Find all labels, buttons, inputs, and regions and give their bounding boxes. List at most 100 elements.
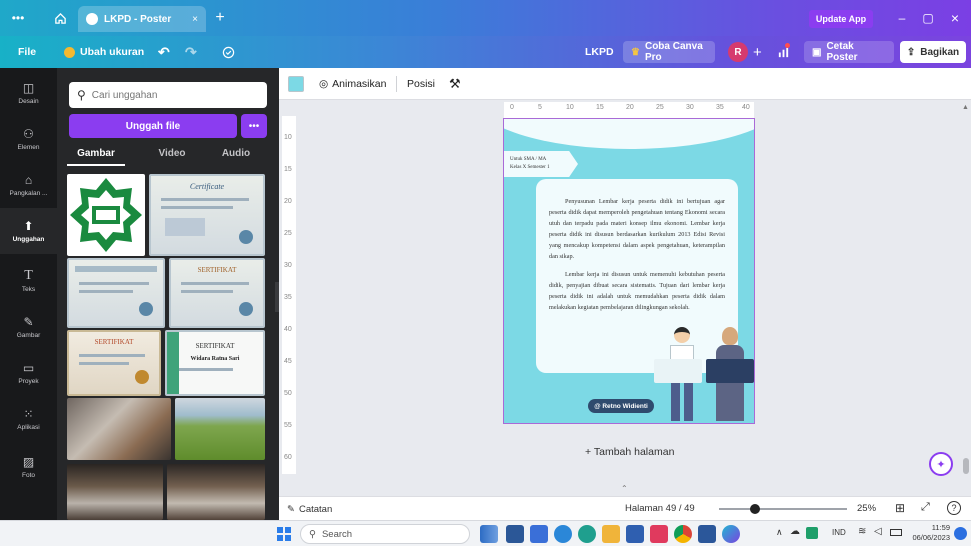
volume-icon[interactable]: ◁	[874, 526, 882, 537]
upload-thumbnail-certificate[interactable]	[67, 258, 165, 328]
close-tab-icon[interactable]: ×	[192, 14, 198, 25]
taskbar-app-icon[interactable]	[626, 525, 644, 543]
menu-dots-icon[interactable]: •••	[4, 0, 32, 36]
browser-tab-lkpd[interactable]: LKPD - Poster ×	[78, 6, 206, 32]
avatar[interactable]: R	[728, 42, 748, 62]
tab-video[interactable]: Video	[143, 142, 201, 164]
saved-status-icon[interactable]	[222, 36, 235, 68]
add-collaborator-icon[interactable]: +	[753, 36, 762, 68]
update-app-button[interactable]: Update App	[809, 10, 873, 28]
upload-thumbnail-certificate[interactable]: SERTIFIKAT Widara Ratna Sari	[165, 330, 265, 396]
ruler-tick: 45	[284, 358, 292, 365]
add-page-button[interactable]: + Tambah halaman	[585, 446, 674, 458]
clock[interactable]: 11:59 06/06/2023	[910, 523, 950, 543]
rail-item-foto[interactable]: ▨ Foto	[0, 444, 57, 490]
poster-page[interactable]: Untuk SMA / MA Kelas X Semester 1 Penyus…	[503, 118, 755, 424]
rail-item-elemen[interactable]: ⚇ Elemen	[0, 116, 57, 162]
maximize-icon[interactable]: ▢	[918, 0, 938, 36]
print-poster-button[interactable]: ▣ Cetak Poster	[804, 41, 894, 63]
ruler-tick: 40	[742, 104, 750, 111]
fullscreen-icon[interactable]: ⤢	[921, 501, 930, 514]
rail-item-desain[interactable]: ◫ Desain	[0, 70, 57, 116]
close-window-icon[interactable]: ×	[944, 0, 966, 36]
upload-thumbnail-certificate[interactable]: SERTIFIKAT	[67, 330, 161, 396]
upload-thumbnail-certificate[interactable]: SERTIFIKAT	[169, 258, 265, 328]
crown-icon: ♛	[631, 46, 640, 58]
rail-item-unggahan[interactable]: ⬆ Unggahan	[0, 208, 57, 254]
upload-thumbnail-logo[interactable]	[67, 174, 145, 256]
start-icon[interactable]	[277, 527, 291, 541]
taskbar-app-icon[interactable]	[480, 525, 498, 543]
canva-icon[interactable]	[722, 525, 740, 543]
taskbar-app-icon[interactable]	[530, 525, 548, 543]
rail-item-teks[interactable]: T Teks	[0, 258, 57, 304]
search-input[interactable]	[91, 89, 252, 101]
chrome-icon[interactable]	[674, 525, 692, 543]
animate-button[interactable]: ◎ Animasikan	[319, 68, 386, 100]
toolbar-divider	[396, 76, 397, 92]
rail-item-gambar[interactable]: ✎ Gambar	[0, 304, 57, 350]
tab-audio[interactable]: Audio	[207, 142, 265, 164]
rail-item-pangkalan[interactable]: ⌂ Pangkalan ...	[0, 162, 57, 208]
rail-item-aplikasi[interactable]: ⁙ Aplikasi	[0, 396, 57, 442]
folder-icon[interactable]	[602, 525, 620, 543]
upload-file-button[interactable]: Unggah file	[69, 114, 237, 138]
upload-thumbnail-photo[interactable]	[67, 464, 163, 520]
more-options-icon[interactable]: •••	[241, 114, 267, 138]
magic-button[interactable]: ✦	[929, 452, 953, 476]
minimize-icon[interactable]: –	[892, 0, 912, 36]
resize-button[interactable]: Ubah ukuran	[64, 36, 144, 68]
document-name[interactable]: LKPD	[585, 36, 614, 68]
page-indicator[interactable]: Halaman 49 / 49	[625, 503, 695, 514]
upload-thumbnail-photo[interactable]	[175, 398, 265, 460]
tray-chevron-icon[interactable]: ∧	[776, 527, 783, 538]
wifi-icon[interactable]: ≋	[858, 526, 866, 537]
redo-icon[interactable]: ↷	[185, 36, 197, 68]
notes-button[interactable]: ✎ Catatan	[287, 497, 332, 521]
paint-format-icon[interactable]: ⚒	[449, 76, 461, 92]
new-tab-icon[interactable]: +	[210, 0, 230, 36]
upload-thumbnail-photo[interactable]	[167, 464, 265, 520]
ruler-tick: 20	[626, 104, 634, 111]
animate-icon: ◎	[319, 78, 329, 90]
taskbar-app-icon[interactable]	[554, 525, 572, 543]
battery-icon[interactable]	[890, 529, 902, 536]
word-icon[interactable]	[698, 525, 716, 543]
ruler-tick: 30	[284, 262, 292, 269]
search-box[interactable]: ⚲	[69, 82, 267, 108]
tray-app-icon[interactable]	[806, 527, 818, 539]
zoom-slider-knob[interactable]	[749, 504, 760, 514]
share-button[interactable]: ⇪ Bagikan	[900, 41, 966, 63]
crown-icon	[64, 46, 75, 58]
upload-thumbnail-photo[interactable]	[67, 398, 171, 460]
ruler-tick: 25	[284, 230, 292, 237]
notification-icon[interactable]	[954, 527, 967, 540]
try-pro-button[interactable]: ♛ Coba Canva Pro	[623, 41, 715, 63]
rail-item-proyek[interactable]: ▭ Proyek	[0, 350, 57, 396]
file-menu[interactable]: File	[18, 36, 36, 68]
ruler-tick: 25	[656, 104, 664, 111]
folder-icon: ▭	[22, 361, 35, 375]
insights-icon[interactable]	[777, 36, 790, 68]
vertical-scrollbar[interactable]	[963, 458, 969, 474]
taskbar-app-icon[interactable]	[578, 525, 596, 543]
taskbar-app-icon[interactable]	[650, 525, 668, 543]
zoom-level[interactable]: 25%	[857, 503, 876, 514]
tab-gambar[interactable]: Gambar	[67, 142, 125, 164]
keyboard-language[interactable]: IND	[832, 528, 846, 537]
notification-dot	[785, 43, 790, 48]
taskbar-search[interactable]: ⚲ Search	[300, 524, 470, 544]
help-icon[interactable]: ?	[947, 501, 961, 515]
taskbar-app-icon[interactable]	[506, 525, 524, 543]
grid-view-icon[interactable]: ⊞	[895, 501, 905, 515]
collapse-pages-arrow[interactable]: ⌃	[621, 484, 628, 493]
zoom-slider[interactable]	[719, 504, 847, 514]
animate-label: Animasikan	[332, 78, 387, 90]
position-button[interactable]: Posisi	[407, 68, 435, 100]
color-swatch[interactable]	[288, 76, 304, 92]
scroll-up-arrow[interactable]: ▲	[962, 104, 969, 111]
upload-thumbnail-certificate[interactable]: Certificate	[149, 174, 265, 256]
home-icon[interactable]	[48, 0, 72, 36]
undo-icon[interactable]: ↶	[158, 36, 170, 68]
tray-cloud-icon[interactable]: ☁	[790, 526, 800, 537]
